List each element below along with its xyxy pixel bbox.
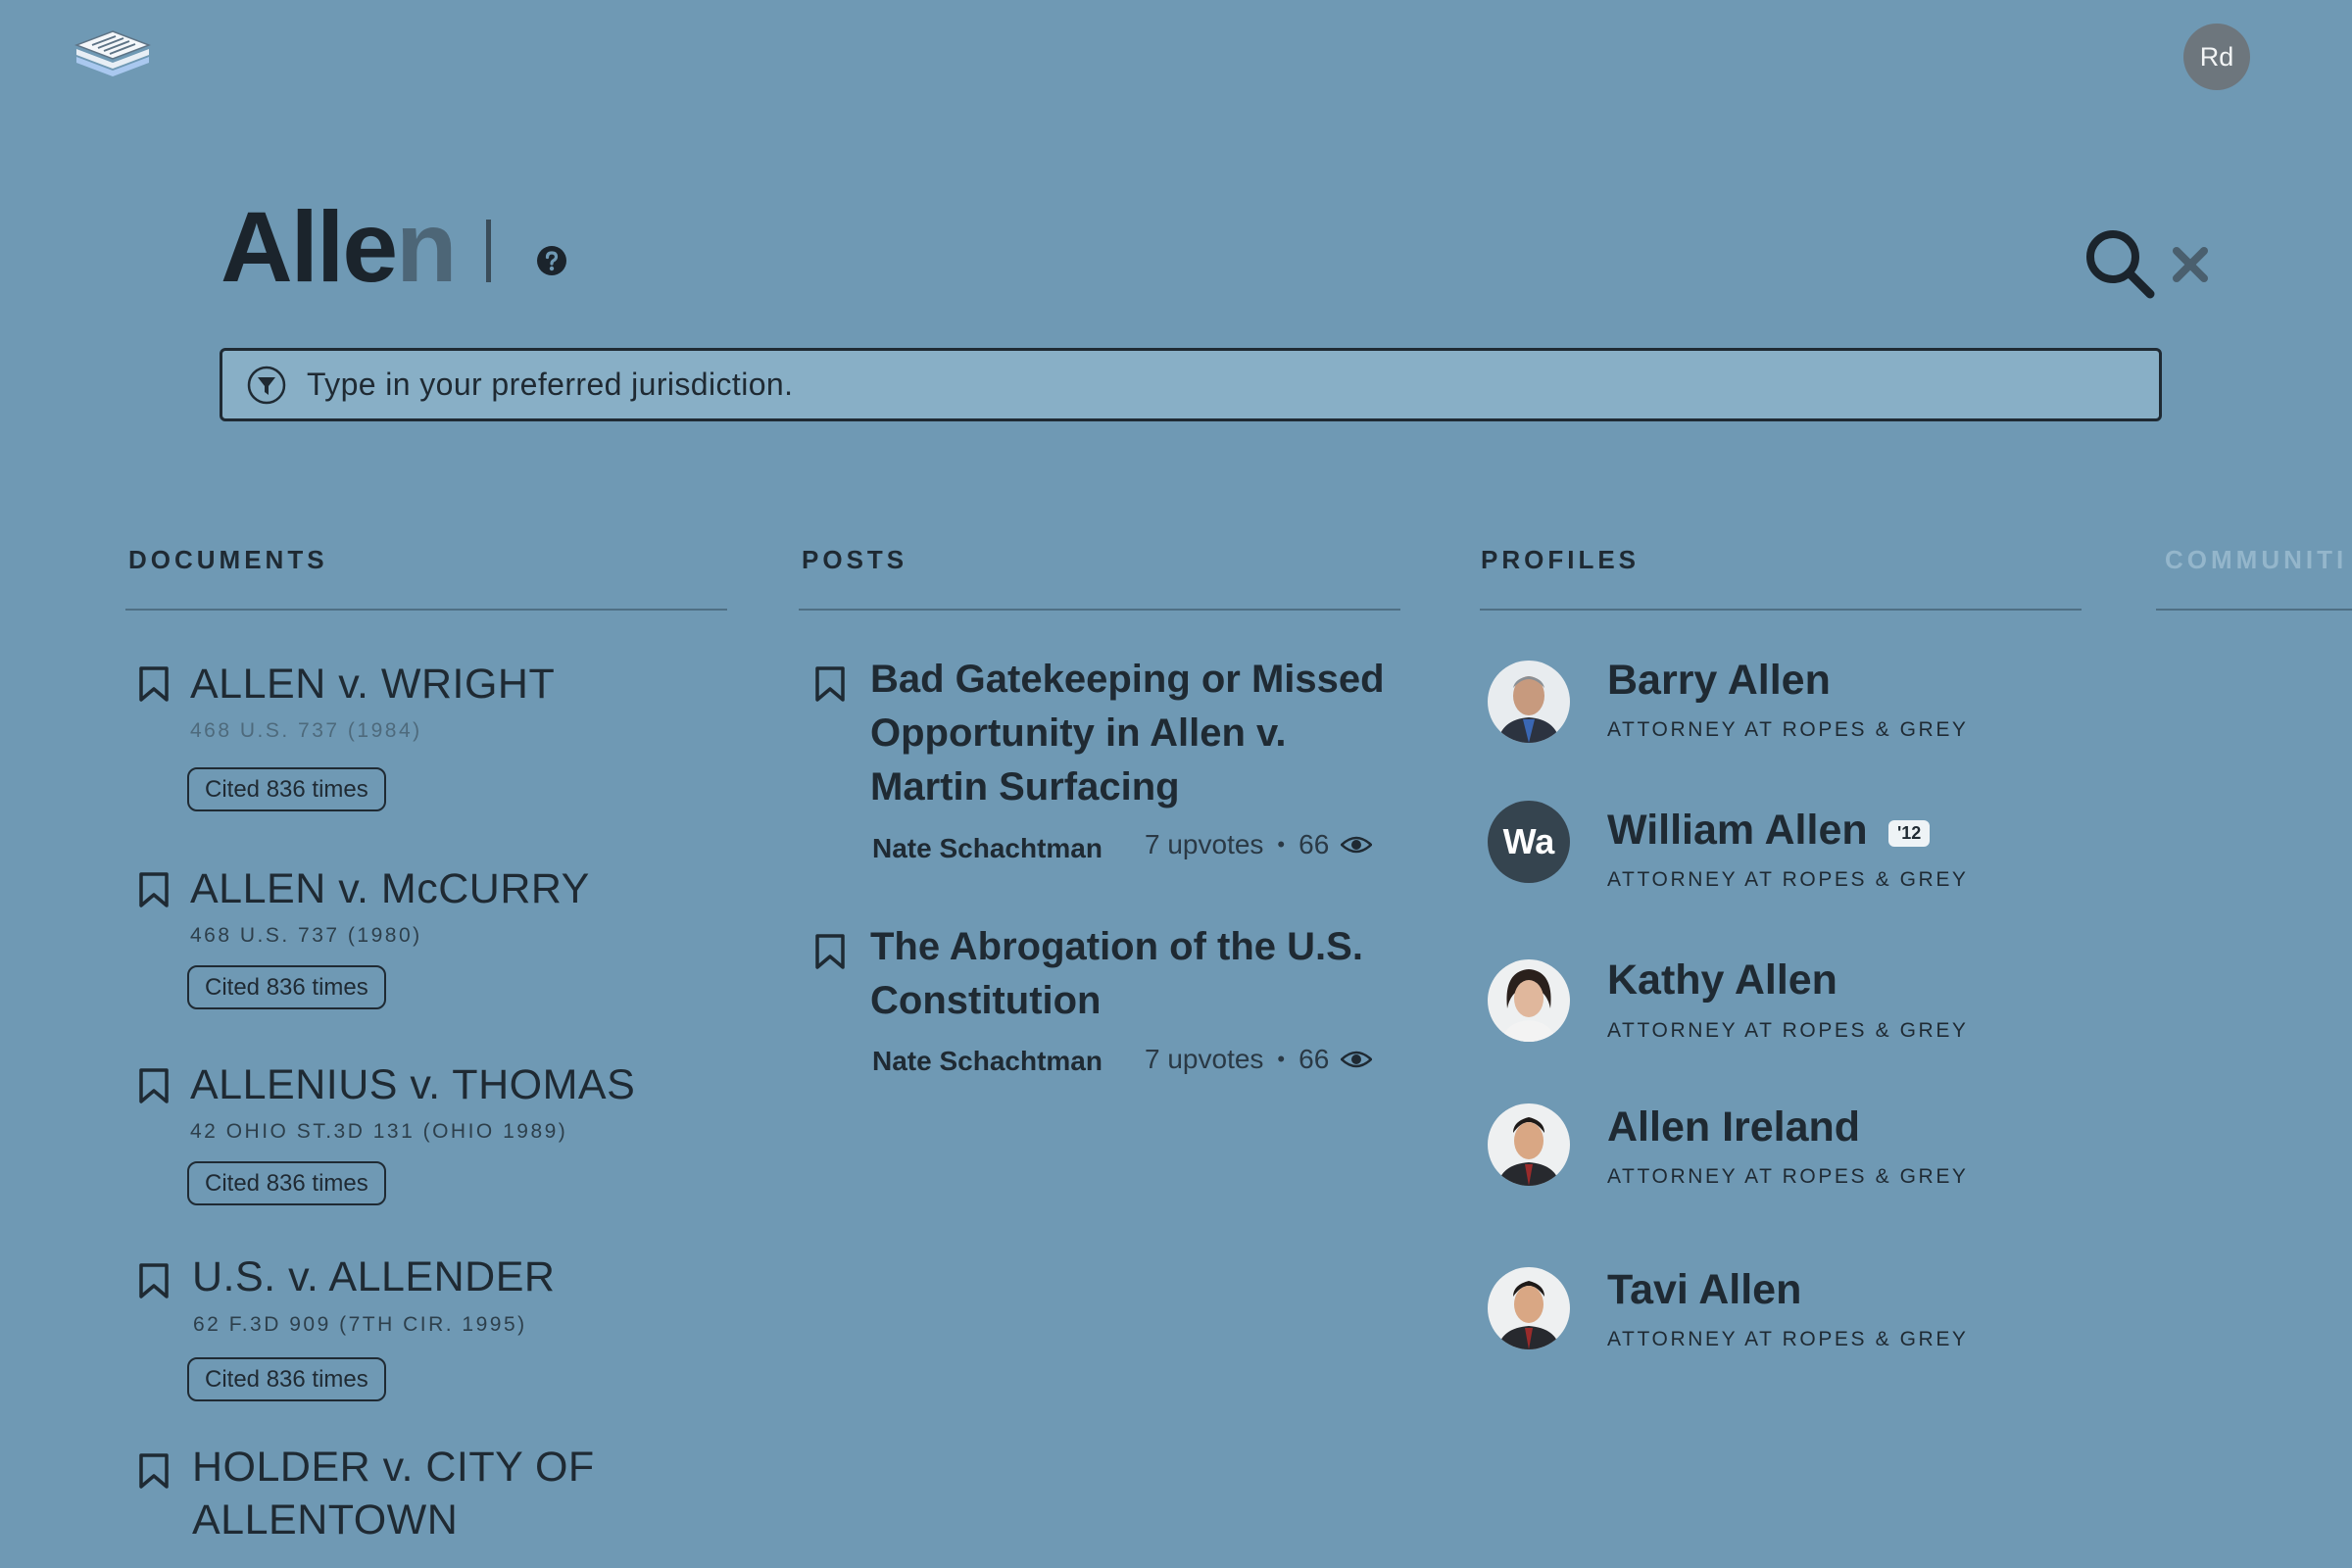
profiles-divider [1480, 609, 2082, 611]
profile-name[interactable]: William Allen [1607, 807, 1868, 855]
profile-name[interactable]: Barry Allen [1607, 657, 1831, 705]
profile-name[interactable]: Kathy Allen [1607, 956, 1838, 1004]
text-caret [486, 220, 491, 282]
post-title-line: Martin Surfacing [870, 765, 1180, 808]
view-count: 66 [1298, 829, 1330, 859]
profile-role: ATTORNEY AT ROPES & GREY [1607, 1328, 1969, 1350]
profile-avatar[interactable] [1488, 959, 1570, 1042]
filter-icon [247, 366, 286, 404]
bookmark-icon[interactable] [138, 1452, 170, 1490]
bookmark-icon[interactable] [138, 1262, 170, 1299]
class-year-badge: '12 [1888, 820, 1931, 847]
query-suggestion: n [396, 191, 457, 303]
cited-count-badge[interactable]: Cited 836 times [187, 1161, 386, 1205]
profile-role: ATTORNEY AT ROPES & GREY [1607, 1165, 1969, 1188]
profiles-heading[interactable]: PROFILES [1481, 545, 1640, 575]
search-results-page: Rd Allen DOCUMENTS POSTS PROFILES COMMUN… [0, 0, 2352, 1568]
cited-count-badge[interactable]: Cited 836 times [187, 1357, 386, 1401]
profile-role: ATTORNEY AT ROPES & GREY [1607, 868, 1969, 891]
eye-icon [1341, 836, 1373, 854]
document-citation: 468 U.S. 737 (1980) [190, 924, 422, 947]
bookmark-icon[interactable] [138, 871, 170, 908]
document-citation: 468 U.S. 737 (1984) [190, 719, 422, 742]
bookmark-icon[interactable] [138, 665, 170, 703]
profile-avatar[interactable] [1488, 661, 1570, 743]
upvote-count: 7 upvotes [1145, 1044, 1264, 1074]
profile-name[interactable]: Allen Ireland [1607, 1103, 1860, 1152]
post-author[interactable]: Nate Schachtman [872, 1046, 1102, 1077]
search-icon[interactable] [2083, 227, 2156, 300]
communities-divider [2156, 609, 2352, 611]
post-title[interactable]: The Abrogation of the U.S. Constitution [870, 920, 1419, 1028]
document-citation: 42 OHIO ST.3D 131 (OHIO 1989) [190, 1120, 568, 1143]
jurisdiction-input[interactable] [307, 367, 2120, 403]
user-avatar[interactable]: Rd [2183, 24, 2250, 90]
stats-separator: • [1277, 1047, 1286, 1071]
document-title[interactable]: HOLDER v. CITY OF [192, 1441, 595, 1494]
profile-avatar[interactable]: Wa [1488, 801, 1570, 883]
jurisdiction-filter[interactable] [220, 348, 2162, 421]
document-citation: 62 F.3D 909 (7TH CIR. 1995) [193, 1313, 527, 1336]
view-count: 66 [1298, 1044, 1330, 1074]
search-query[interactable]: Allen [220, 191, 457, 303]
cited-count-badge[interactable]: Cited 836 times [187, 965, 386, 1009]
posts-divider [799, 609, 1400, 611]
upvote-count: 7 upvotes [1145, 829, 1264, 859]
post-stats: 7 upvotes • 66 [1145, 1044, 1373, 1075]
help-icon[interactable] [536, 245, 567, 276]
bookmark-icon[interactable] [814, 933, 846, 970]
document-title[interactable]: ALLENIUS v. THOMAS [190, 1058, 635, 1111]
post-stats: 7 upvotes • 66 [1145, 829, 1373, 860]
profile-name[interactable]: Tavi Allen [1607, 1266, 1801, 1314]
documents-heading[interactable]: DOCUMENTS [128, 545, 328, 575]
query-typed: Alle [220, 191, 398, 303]
communities-heading[interactable]: COMMUNITI [2165, 545, 2347, 575]
cited-count-badge[interactable]: Cited 836 times [187, 767, 386, 811]
post-title-line: Opportunity in Allen v. [870, 711, 1287, 755]
post-title-line: The Abrogation of the U.S. [870, 925, 1363, 968]
post-title-line: Bad Gatekeeping or Missed [870, 658, 1385, 701]
bookmark-icon[interactable] [814, 665, 846, 703]
profile-avatar[interactable] [1488, 1103, 1570, 1186]
stack-logo-icon[interactable] [74, 27, 151, 94]
profile-avatar[interactable] [1488, 1267, 1570, 1349]
post-title[interactable]: Bad Gatekeeping or Missed Opportunity in… [870, 653, 1419, 814]
document-title[interactable]: ALLEN v. McCURRY [190, 862, 590, 915]
post-author[interactable]: Nate Schachtman [872, 833, 1102, 864]
stats-separator: • [1277, 832, 1286, 857]
bookmark-icon[interactable] [138, 1067, 170, 1104]
profile-role: ATTORNEY AT ROPES & GREY [1607, 1019, 1969, 1042]
document-title-continued[interactable]: ALLENTOWN [192, 1494, 458, 1546]
post-title-line: Constitution [870, 979, 1102, 1022]
close-icon[interactable] [2171, 245, 2210, 284]
profile-role: ATTORNEY AT ROPES & GREY [1607, 718, 1969, 741]
posts-heading[interactable]: POSTS [802, 545, 907, 575]
documents-divider [125, 609, 727, 611]
document-title[interactable]: ALLEN v. WRIGHT [190, 658, 555, 710]
eye-icon [1341, 1051, 1373, 1068]
document-title[interactable]: U.S. v. ALLENDER [192, 1250, 555, 1303]
